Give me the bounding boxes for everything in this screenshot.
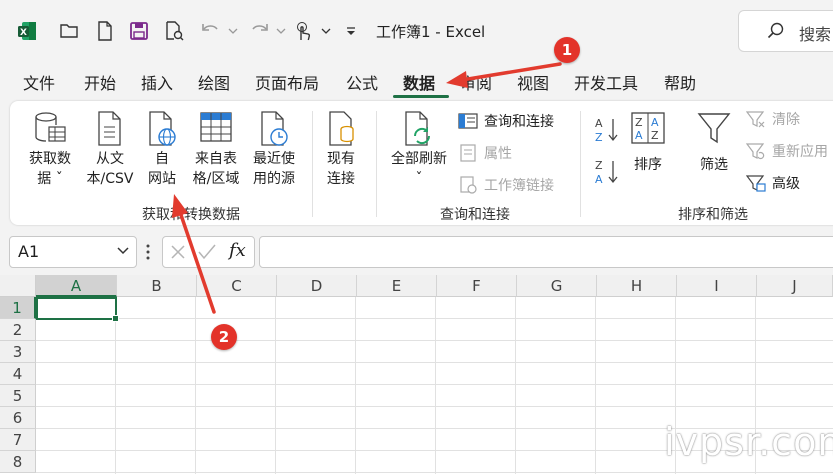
watermark: ivpsr.com xyxy=(664,420,833,464)
annotation-badge-1: 1 xyxy=(554,37,580,63)
annotation-arrow-1 xyxy=(446,62,562,88)
annotation-overlay xyxy=(172,62,562,314)
annotation-arrow-2 xyxy=(172,194,216,314)
annotation-badge-2: 2 xyxy=(211,324,237,350)
